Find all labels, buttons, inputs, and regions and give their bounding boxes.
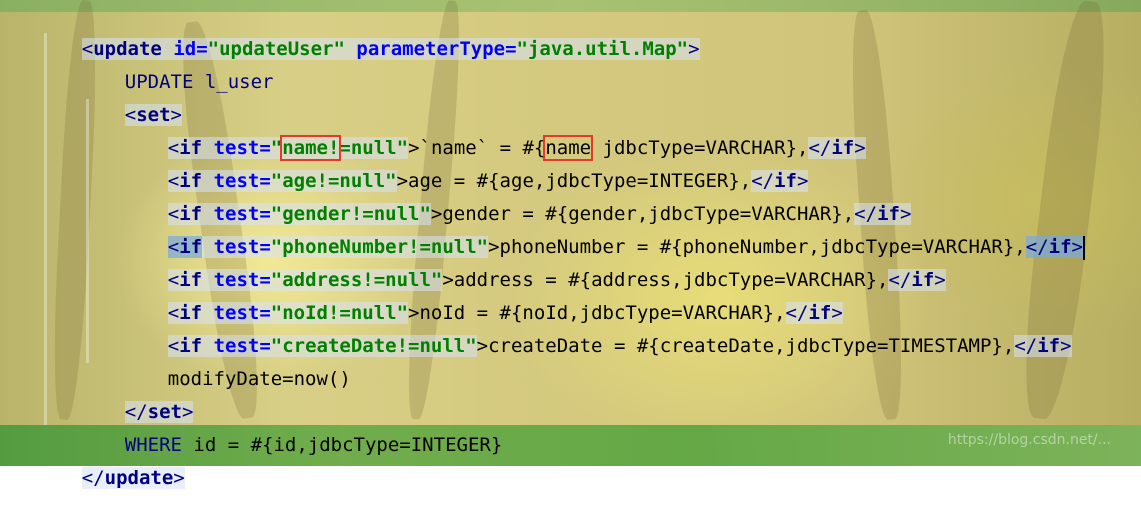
- tag-bracket: </: [81, 467, 105, 489]
- sql-text: >createDate = #{createDate,jdbcType=TIME…: [476, 335, 1015, 357]
- tag-bracket: >: [854, 137, 866, 159]
- tag-bracket: >: [1071, 236, 1083, 258]
- code-line-4[interactable]: <if test="name!=null">`name` = #{name jd…: [122, 99, 866, 161]
- tag-bracket: </: [808, 137, 832, 159]
- tag-name: if: [831, 137, 855, 159]
- code-line-10[interactable]: <if test="createDate!=null">createDate =…: [122, 297, 1072, 357]
- tag-bracket: >: [688, 38, 700, 60]
- tag-bracket: </: [1014, 335, 1038, 357]
- tag-name: if: [1037, 335, 1061, 357]
- tag-name: if: [1048, 236, 1072, 258]
- sql-text: modifyDate=now(): [167, 368, 351, 390]
- tag-bracket: >: [934, 269, 946, 291]
- attribute-name: parameterType=: [356, 38, 517, 60]
- whitespace: [344, 38, 357, 60]
- tag-bracket: </: [888, 269, 912, 291]
- attribute-value: "java.util.Map": [516, 38, 689, 60]
- code-line-13[interactable]: WHERE id = #{id,jdbcType=INTEGER}: [79, 396, 503, 456]
- sql-text: id = #{id,jdbcType=INTEGER}: [181, 434, 503, 456]
- code-line-5[interactable]: <if test="age!=null">age = #{age,jdbcTyp…: [122, 132, 809, 192]
- text-cursor: [1082, 235, 1085, 260]
- code-line-9[interactable]: <if test="noId!=null">noId = #{noId,jdbc…: [122, 264, 843, 324]
- code-line-2[interactable]: UPDATE l_user: [79, 33, 274, 93]
- code-line-7[interactable]: <if test="phoneNumber!=null">phoneNumber…: [122, 198, 1085, 260]
- tag-bracket: >: [1060, 335, 1072, 357]
- code-line-8[interactable]: <if test="address!=null">address = #{add…: [122, 231, 946, 291]
- code-line-11[interactable]: modifyDate=now(): [122, 330, 351, 390]
- code-line-3[interactable]: <set>: [79, 66, 182, 126]
- tag-name: if: [911, 269, 935, 291]
- code-line-12[interactable]: </set>: [79, 363, 194, 423]
- code-line-14[interactable]: </update>: [36, 429, 185, 489]
- tag-name: update: [104, 467, 174, 489]
- tag-bracket: </: [1025, 236, 1049, 258]
- code-line-6[interactable]: <if test="gender!=null">gender = #{gende…: [122, 165, 912, 225]
- watermark: https://blog.csdn.net/...: [947, 432, 1111, 448]
- code-line-1[interactable]: <update id="updateUser" parameterType="j…: [36, 0, 700, 60]
- tag-bracket: >: [173, 467, 185, 489]
